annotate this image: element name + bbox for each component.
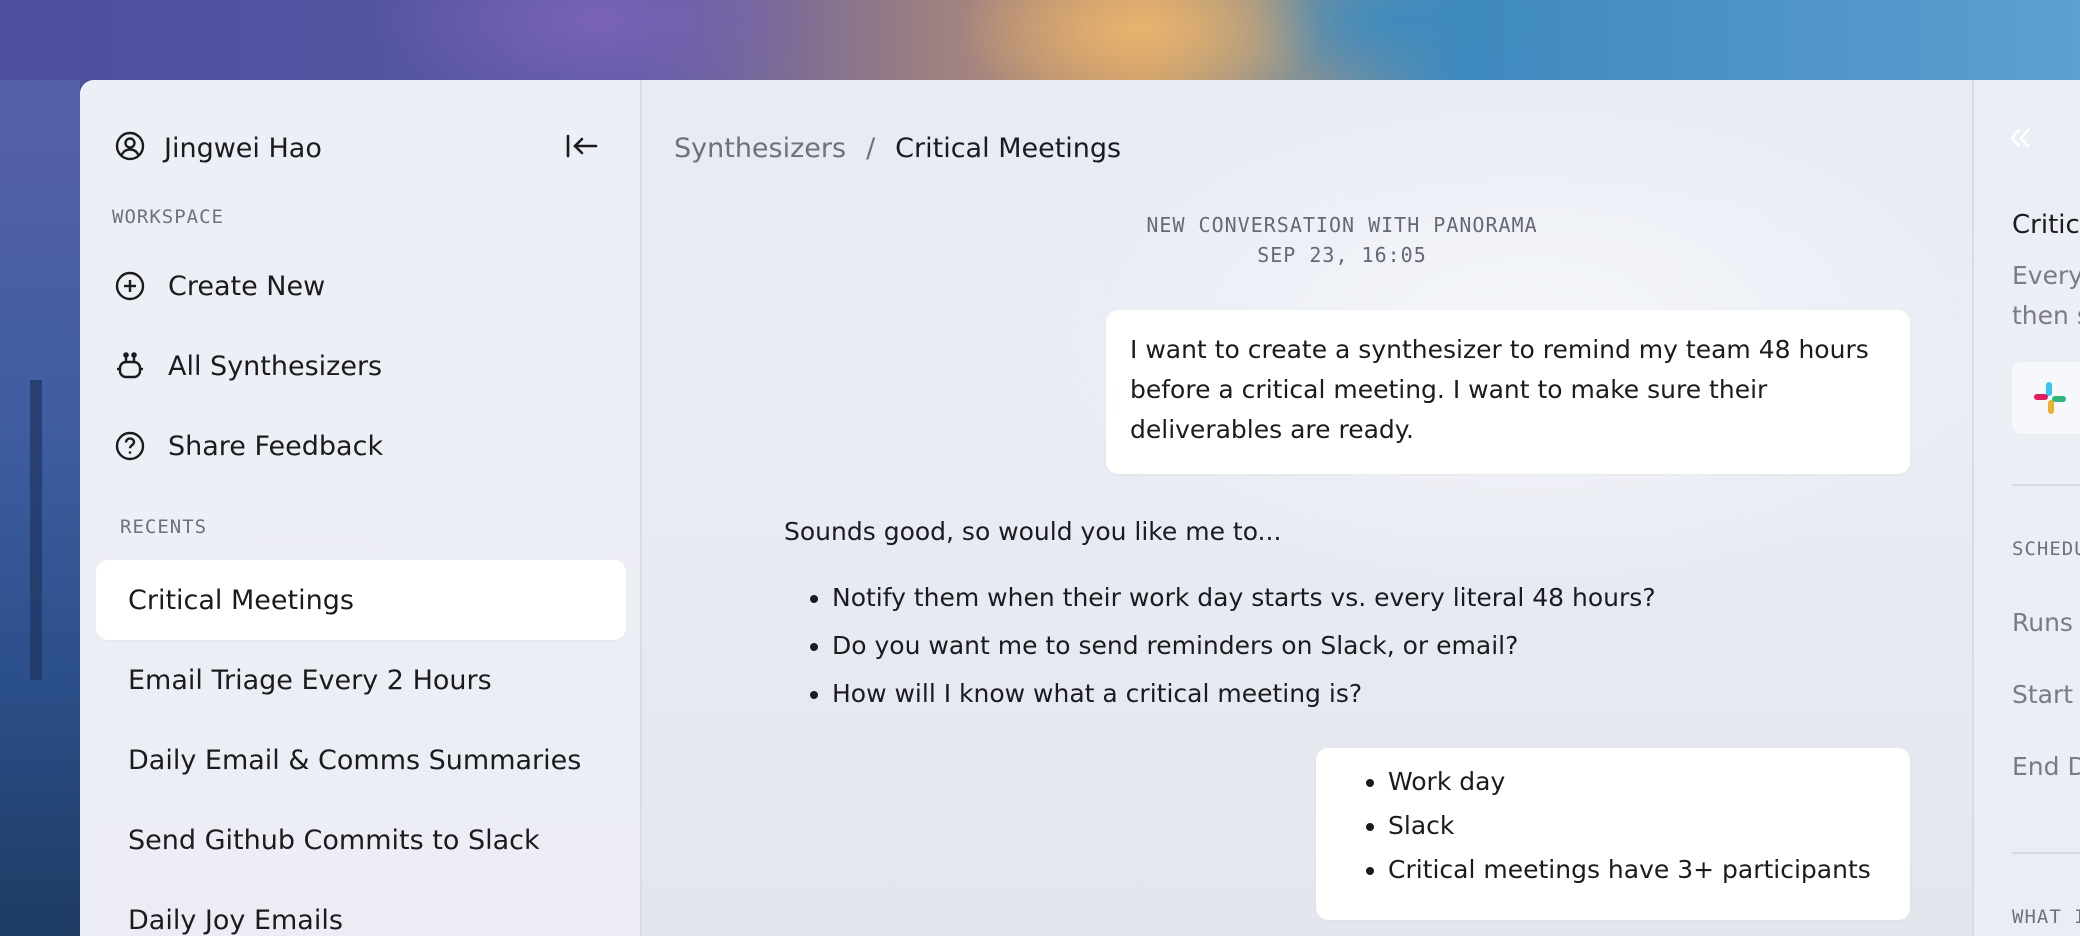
divider [2012, 484, 2080, 486]
double-chevron-left-icon [2006, 128, 2034, 156]
conversation-timestamp: SEP 23, 16:05 [1257, 243, 1427, 267]
workspace-section-label: WORKSPACE [112, 206, 224, 228]
assistant-message: Sounds good, so would you like me to... … [784, 512, 1784, 718]
conversation-title: NEW CONVERSATION WITH PANORAMA [1146, 213, 1538, 237]
user-message-bubble: I want to create a synthesizer to remind… [1106, 310, 1910, 474]
nav-all-synthesizers-label: All Synthesizers [168, 350, 383, 382]
list-item: Do you want me to send reminders on Slac… [832, 622, 1784, 670]
recent-item-daily-email-summaries[interactable]: Daily Email & Comms Summaries [96, 720, 626, 800]
nav-share-feedback-label: Share Feedback [168, 430, 384, 462]
synthesizer-description: Every then s [2012, 256, 2080, 336]
list-item: Work day [1388, 760, 1890, 804]
user-answer-bubble: Work day Slack Critical meetings have 3+… [1316, 748, 1910, 920]
assistant-reply-intro: Sounds good, so would you like me to... [784, 517, 1282, 546]
main-content: Synthesizers / Critical Meetings NEW CON… [642, 80, 2052, 936]
slack-icon [2032, 380, 2068, 420]
details-panel: Critic Every then s SCHEDU Runs Start En… [1972, 80, 2080, 936]
list-item: Slack [1388, 804, 1890, 848]
background-art-left [0, 80, 80, 936]
what-section-label: WHAT I [2012, 906, 2080, 928]
breadcrumb-synthesizers-link[interactable]: Synthesizers [674, 133, 846, 164]
recent-item-critical-meetings[interactable]: Critical Meetings [96, 560, 626, 640]
integration-card[interactable] [2012, 362, 2080, 434]
user-circle-icon [114, 130, 146, 166]
schedule-section-label: SCHEDU [2012, 538, 2080, 560]
user-profile[interactable]: Jingwei Hao [114, 120, 608, 176]
schedule-runs-label: Runs [2012, 608, 2073, 637]
expand-panel-button[interactable] [2006, 124, 2038, 156]
collapse-left-icon [565, 132, 599, 164]
recent-item-daily-joy-emails[interactable]: Daily Joy Emails [96, 880, 626, 936]
list-item: How will I know what a critical meeting … [832, 670, 1784, 718]
collapse-sidebar-button[interactable] [564, 130, 600, 166]
recent-item-github-commits[interactable]: Send Github Commits to Slack [96, 800, 626, 880]
breadcrumb: Synthesizers / Critical Meetings [674, 118, 1121, 178]
schedule-start-label: Start [2012, 680, 2074, 709]
breadcrumb-current: Critical Meetings [895, 132, 1122, 164]
recent-item-email-triage[interactable]: Email Triage Every 2 Hours [96, 640, 626, 720]
nav-share-feedback[interactable]: Share Feedback [114, 418, 594, 474]
recents-section-label: RECENTS [120, 516, 208, 538]
list-item: Critical meetings have 3+ participants [1388, 848, 1890, 892]
user-name: Jingwei Hao [164, 132, 322, 164]
assistant-question-list: Notify them when their work day starts v… [784, 574, 1784, 718]
user-answer-list: Work day Slack Critical meetings have 3+… [1340, 760, 1890, 892]
nav-all-synthesizers[interactable]: All Synthesizers [114, 338, 594, 394]
robot-icon [114, 350, 146, 382]
app-window: Jingwei Hao WORKSPACE Create New All Syn… [80, 80, 2080, 936]
nav-create-new-label: Create New [168, 270, 326, 302]
description-line: then s [2012, 301, 2080, 330]
plus-circle-icon [114, 270, 146, 302]
list-item: Notify them when their work day starts v… [832, 574, 1784, 622]
schedule-end-label: End D [2012, 752, 2080, 781]
synthesizer-title: Critic [2012, 210, 2080, 240]
question-circle-icon [114, 430, 146, 462]
description-line: Every [2012, 261, 2080, 290]
breadcrumb-separator: / [866, 132, 876, 164]
nav-create-new[interactable]: Create New [114, 258, 594, 314]
sidebar: Jingwei Hao WORKSPACE Create New All Syn… [80, 80, 642, 936]
divider [2012, 852, 2080, 854]
conversation-header: NEW CONVERSATION WITH PANORAMA SEP 23, 1… [642, 210, 2042, 270]
